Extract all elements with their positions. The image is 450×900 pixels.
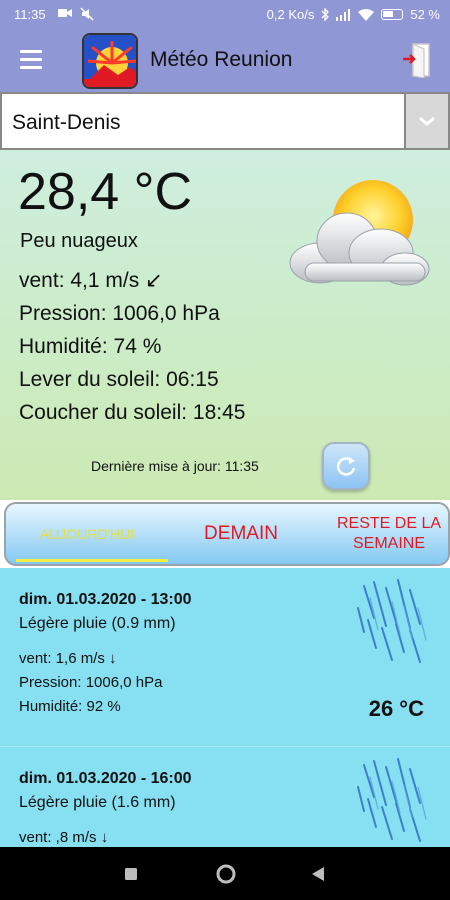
status-bar: 11:35 0,2 Ko/s 52 %: [0, 0, 450, 30]
forecast-tabs: AUJOURD'HUI DEMAIN RESTE DE LA SEMAINE: [4, 502, 450, 566]
current-wind: vent: 4,1 m/s ↙: [19, 269, 163, 292]
forecast-temperature: 26 °C: [368, 696, 424, 721]
forecast-description: Légère pluie (0.9 mm): [19, 615, 176, 632]
forecast-tabs-container: AUJOURD'HUI DEMAIN RESTE DE LA SEMAINE: [0, 500, 450, 568]
app-title: Météo Reunion: [150, 48, 293, 71]
home-icon[interactable]: [215, 863, 237, 885]
back-icon[interactable]: [311, 866, 325, 882]
wifi-icon: [358, 8, 375, 21]
app-bar: Météo Reunion: [0, 30, 450, 92]
current-humidity: Humidité: 74 %: [19, 335, 162, 358]
tab-today[interactable]: AUJOURD'HUI: [12, 504, 168, 564]
dropdown-arrow[interactable]: [404, 94, 448, 148]
system-nav-bar: [0, 847, 450, 900]
forecast-description: Légère pluie (1.6 mm): [19, 794, 176, 811]
current-condition: Peu nuageux: [20, 230, 138, 252]
sun-behind-cloud-icon: [285, 175, 435, 295]
refresh-button[interactable]: [322, 442, 370, 490]
forecast-wind: vent: 1,6 m/s ↓: [19, 650, 117, 667]
forecast-datetime: dim. 01.03.2020 - 13:00: [19, 591, 192, 608]
chevron-down-icon: [419, 116, 435, 126]
refresh-icon: [336, 457, 356, 476]
tab-rest-of-week[interactable]: RESTE DE LA SEMAINE: [324, 504, 448, 564]
status-notification-icons: [58, 7, 94, 21]
current-temperature: 28,4 °C: [18, 163, 193, 221]
forecast-pressure: Pression: 1006,0 hPa: [19, 674, 163, 691]
current-sunrise: Lever du soleil: 06:15: [19, 368, 219, 391]
app-logo: [82, 33, 138, 89]
tab-tomorrow-label: DEMAIN: [204, 523, 278, 544]
rain-icon: [352, 578, 432, 668]
signal-icon: [336, 8, 351, 21]
hamburger-menu-icon[interactable]: [20, 50, 42, 70]
forecast-datetime: dim. 01.03.2020 - 16:00: [19, 770, 192, 787]
current-pressure: Pression: 1006,0 hPa: [19, 302, 220, 325]
forecast-item: dim. 01.03.2020 - 16:00 Légère pluie (1.…: [0, 746, 450, 847]
current-sunset: Coucher du soleil: 18:45: [19, 401, 246, 424]
bluetooth-icon: [321, 8, 330, 21]
muted-icon: [80, 7, 94, 21]
location-dropdown[interactable]: Saint-Denis: [0, 92, 450, 150]
location-selected: Saint-Denis: [12, 111, 121, 134]
tab-active-indicator: [16, 559, 168, 562]
status-right-group: 0,2 Ko/s 52 %: [267, 7, 440, 22]
forecast-wind: vent: ,8 m/s ↓: [19, 829, 109, 846]
current-conditions-panel: 28,4 °C Peu nuageux vent: 4,1 m/s ↙ Pres…: [0, 150, 450, 500]
status-time: 11:35: [14, 7, 46, 22]
exit-door-icon[interactable]: [402, 42, 432, 79]
battery-percent: 52 %: [410, 7, 440, 22]
last-update-text: Dernière mise à jour: 11:35: [91, 458, 259, 474]
tab-tomorrow[interactable]: DEMAIN: [176, 504, 306, 564]
rain-icon: [352, 757, 432, 847]
video-icon: [58, 9, 72, 17]
forecast-list[interactable]: dim. 01.03.2020 - 13:00 Légère pluie (0.…: [0, 568, 450, 847]
forecast-item: dim. 01.03.2020 - 13:00 Légère pluie (0.…: [0, 568, 450, 746]
recent-apps-icon[interactable]: [124, 867, 138, 881]
battery-icon: [381, 9, 404, 20]
network-speed: 0,2 Ko/s: [266, 7, 315, 22]
forecast-humidity: Humidité: 92 %: [19, 698, 121, 715]
tab-today-label: AUJOURD'HUI: [39, 526, 135, 542]
tab-rest-of-week-label: RESTE DE LA SEMAINE: [336, 515, 442, 552]
